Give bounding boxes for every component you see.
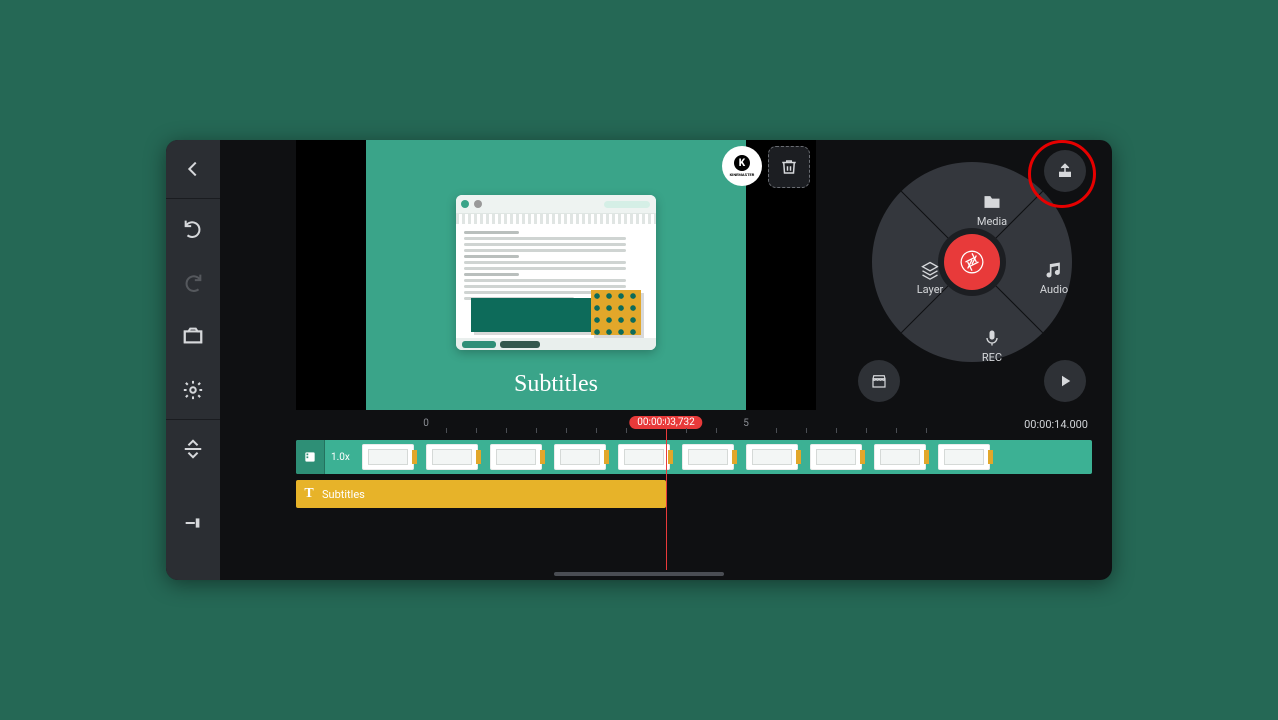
home-indicator (554, 572, 724, 576)
video-clip-handle-icon (296, 440, 325, 474)
clip-thumbnail (810, 444, 862, 470)
settings-button[interactable] (166, 363, 220, 417)
layer-label: Layer (917, 283, 944, 296)
ruler-tick-0: 0 (423, 418, 429, 429)
redo-button[interactable] (166, 255, 220, 309)
clip-thumbnail (362, 444, 414, 470)
action-wheel: Media Layer Audio REC (872, 162, 1072, 362)
ruler-tick-5: 5 (743, 418, 749, 429)
preview-floating-controls: K KINEMASTER (722, 146, 810, 188)
preview-caption: Subtitles (366, 371, 746, 398)
clip-thumbnail (554, 444, 606, 470)
video-track[interactable]: 1.0x (296, 440, 1092, 474)
video-editor-app: Subtitles K KINEMASTER Media Layer (166, 140, 1112, 580)
delete-button[interactable] (768, 146, 810, 188)
shutter-button[interactable] (944, 234, 1000, 290)
undo-button[interactable] (166, 201, 220, 255)
left-sidebar (166, 140, 220, 580)
clip-thumbnail (746, 444, 798, 470)
duration-label: 00:00:14.000 (1024, 418, 1088, 431)
divider (166, 198, 220, 199)
share-button[interactable] (1044, 150, 1086, 192)
clip-thumbnail (874, 444, 926, 470)
preview-area[interactable]: Subtitles K KINEMASTER (296, 140, 816, 410)
clip-speed: 1.0x (331, 452, 350, 463)
clip-thumbnail (426, 444, 478, 470)
preview-overlay-pattern (591, 290, 641, 335)
action-wheel-panel: Media Layer Audio REC (852, 144, 1092, 424)
back-button[interactable] (166, 142, 220, 196)
media-label: Media (977, 215, 1007, 228)
layer-button[interactable]: Layer (890, 260, 970, 296)
play-button[interactable] (1044, 360, 1086, 402)
rec-button[interactable]: REC (952, 328, 1032, 364)
audio-label: Audio (1040, 283, 1068, 296)
timeline-expand-button[interactable] (166, 422, 220, 476)
store-button[interactable] (858, 360, 900, 402)
clip-thumbnail (490, 444, 542, 470)
clip-thumbnail (682, 444, 734, 470)
rec-label: REC (982, 351, 1002, 364)
text-track-label: Subtitles (322, 488, 365, 501)
media-button[interactable]: Media (952, 192, 1032, 228)
text-track[interactable]: T Subtitles (296, 480, 666, 508)
watermark-label: KINEMASTER (730, 172, 755, 177)
clip-thumbnail (618, 444, 670, 470)
divider (166, 419, 220, 420)
preview-canvas: Subtitles (366, 140, 746, 410)
time-ruler[interactable]: 0 5 00:00:14.000 00:00:03,732 (296, 416, 1092, 438)
capture-button[interactable] (166, 309, 220, 363)
playhead[interactable] (666, 416, 667, 570)
clip-thumbnail (938, 444, 990, 470)
preview-overlay-rect (471, 298, 591, 332)
jump-to-end-button[interactable] (166, 496, 220, 550)
text-icon: T (296, 486, 322, 502)
audio-button[interactable]: Audio (1014, 260, 1094, 296)
watermark-badge[interactable]: K KINEMASTER (722, 146, 762, 186)
